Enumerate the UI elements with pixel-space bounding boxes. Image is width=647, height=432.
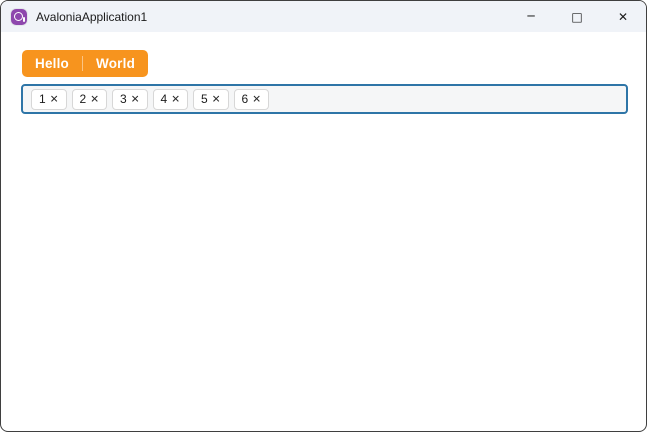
chip-5-remove-icon[interactable]: ✕ xyxy=(212,94,221,105)
avalonia-logo-icon xyxy=(11,8,27,25)
title-bar[interactable]: AvaloniaApplication1 ─ □ ✕ xyxy=(1,1,646,32)
maximize-button[interactable]: □ xyxy=(554,1,600,32)
close-icon: ✕ xyxy=(617,9,629,24)
tab-hello[interactable]: Hello xyxy=(22,50,82,77)
chip-3: 3 ✕ xyxy=(112,88,148,110)
chip-1: 1 ✕ xyxy=(31,88,67,110)
minimize-icon: ─ xyxy=(527,8,535,23)
chip-5-label: 5 xyxy=(201,92,208,106)
chip-input[interactable]: 1 ✕ 2 ✕ 3 ✕ 4 ✕ 5 ✕ 6 ✕ xyxy=(21,84,628,114)
window-controls: ─ □ ✕ xyxy=(508,1,646,32)
chip-6-label: 6 xyxy=(241,92,249,106)
chip-1-remove-icon[interactable]: ✕ xyxy=(50,94,59,105)
tab-hello-label: Hello xyxy=(35,56,70,71)
chip-4-label: 4 xyxy=(160,92,168,106)
chip-6: 6 ✕ xyxy=(233,88,269,110)
chip-3-label: 3 xyxy=(120,92,127,106)
chip-6-remove-icon[interactable]: ✕ xyxy=(252,94,261,105)
chip-3-remove-icon[interactable]: ✕ xyxy=(131,94,140,105)
minimize-button[interactable]: ─ xyxy=(508,1,554,32)
maximize-icon: □ xyxy=(571,9,583,24)
chip-2-remove-icon[interactable]: ✕ xyxy=(90,94,99,105)
chip-5: 5 ✕ xyxy=(193,88,229,110)
tab-world[interactable]: World xyxy=(83,50,148,77)
chip-2: 2 ✕ xyxy=(71,88,107,110)
tab-world-label: World xyxy=(96,56,136,71)
chip-2-label: 2 xyxy=(79,92,87,106)
chip-4-remove-icon[interactable]: ✕ xyxy=(171,94,180,105)
close-button[interactable]: ✕ xyxy=(600,1,646,32)
chip-4: 4 ✕ xyxy=(152,88,188,110)
chip-1-label: 1 xyxy=(39,92,46,106)
window-title: AvaloniaApplication1 xyxy=(36,9,148,24)
window-content: Hello World 1 ✕ 2 ✕ 3 ✕ 4 ✕ 5 ✕ 6 ✕ xyxy=(1,32,646,114)
tab-strip: Hello World xyxy=(22,50,149,77)
app-window: AvaloniaApplication1 ─ □ ✕ Hello World 1… xyxy=(0,0,647,432)
